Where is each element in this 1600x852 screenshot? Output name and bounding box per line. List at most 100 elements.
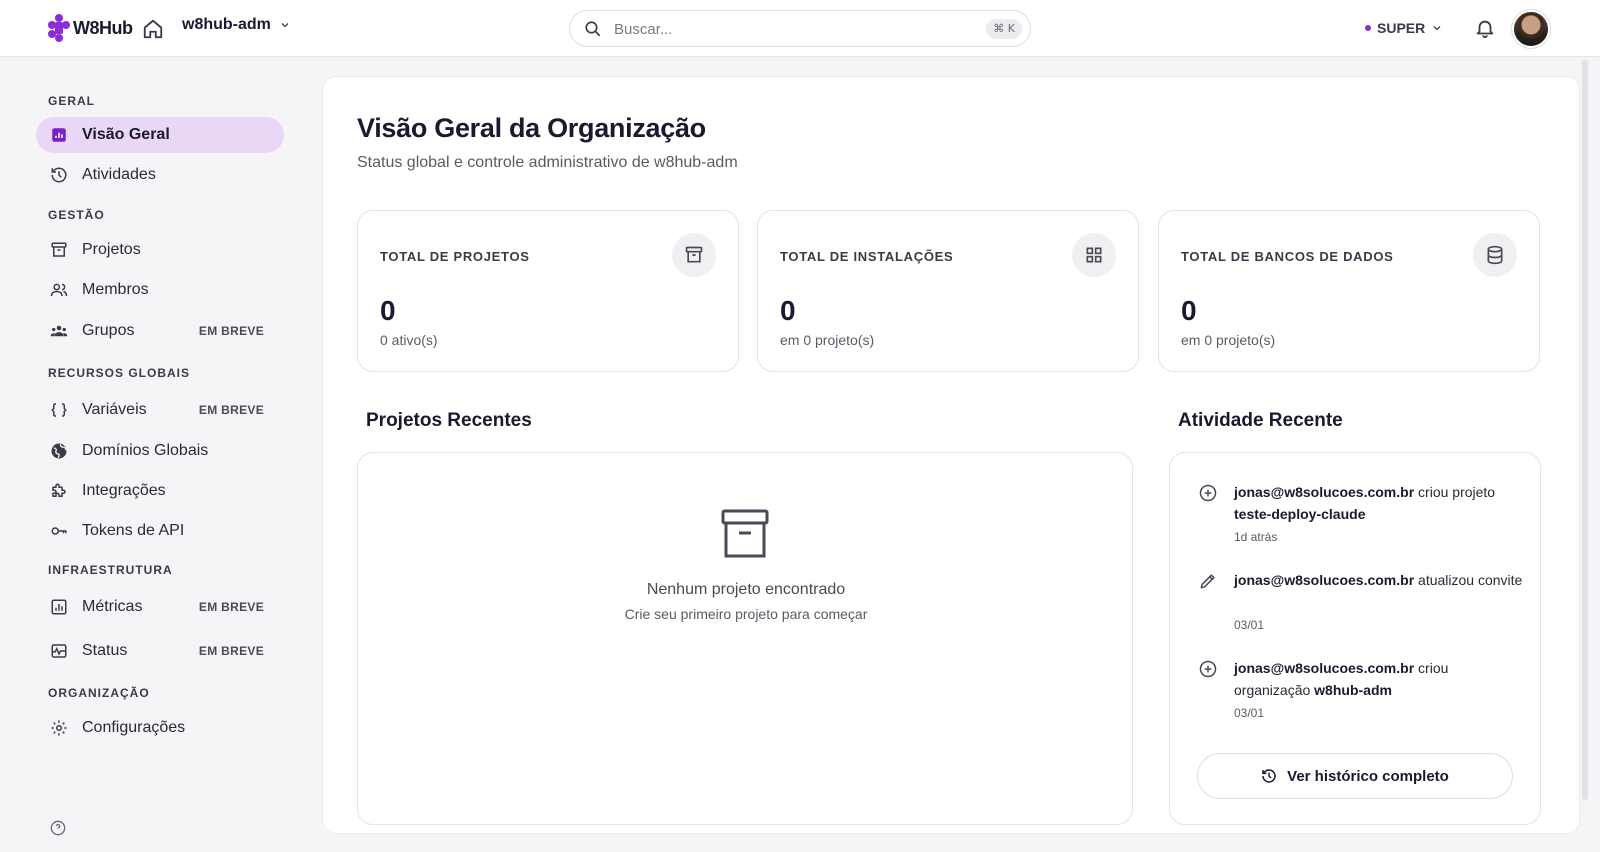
history-icon (1262, 769, 1276, 783)
activity-text: jonas@w8solucoes.com.br criou projeto te… (1234, 481, 1524, 525)
search-shortcut: ⌘ K (986, 19, 1022, 39)
sidebar-item-integracoes[interactable]: Integrações (36, 473, 284, 509)
key-icon (51, 527, 67, 535)
sidebar-item-grupos[interactable]: Grupos EM BREVE (36, 313, 284, 349)
activity-text: jonas@w8solucoes.com.br atualizou convit… (1234, 569, 1524, 591)
role-switcher[interactable]: SUPER (1365, 20, 1443, 36)
logo[interactable]: W8Hub (48, 14, 133, 42)
sidebar-item-label: Tokens de API (82, 522, 185, 539)
page-subtitle: Status global e controle administrativo … (357, 154, 738, 171)
activity-target: w8hub-adm (1314, 682, 1392, 698)
stat-card-instalacoes: TOTAL DE INSTALAÇÕES 0 em 0 projeto(s) (757, 210, 1139, 372)
activity-icon (51, 644, 67, 658)
section-title-organizacao: ORGANIZAÇÃO (48, 686, 150, 700)
activity-user: jonas@w8solucoes.com.br (1234, 572, 1415, 588)
history-icon (51, 167, 67, 183)
search-input[interactable] (614, 19, 954, 39)
grid-icon (1072, 233, 1116, 277)
archive-icon (51, 242, 67, 257)
sidebar-item-atividades[interactable]: Atividades (36, 157, 284, 193)
activity-time: 03/01 (1234, 618, 1265, 632)
sidebar-item-projetos[interactable]: Projetos (36, 232, 284, 268)
sidebar-item-tokens-de-api[interactable]: Tokens de API (36, 513, 284, 549)
help-icon[interactable] (50, 820, 66, 836)
coming-soon-badge: EM BREVE (198, 644, 264, 658)
chevron-down-icon (1433, 26, 1441, 31)
sidebar-item-membros[interactable]: Membros (36, 272, 284, 308)
activity-action: criou projeto (1414, 484, 1496, 500)
org-switcher[interactable]: w8hub-adm (182, 16, 291, 34)
empty-state-subtitle: Crie seu primeiro projeto para começar (624, 606, 868, 622)
sidebar-item-label: Visão Geral (82, 126, 170, 143)
activity-user: jonas@w8solucoes.com.br (1234, 484, 1415, 500)
sidebar-item-label: Variáveis (82, 401, 147, 418)
brand-name: W8Hub (73, 17, 133, 38)
search-icon (585, 21, 601, 37)
plus-circle-icon (1199, 484, 1217, 502)
gear-icon (51, 720, 67, 736)
braces-icon (51, 403, 67, 417)
plus-circle-icon (1199, 660, 1217, 678)
sidebar: GERAL Visão Geral Atividades GESTÃO Proj… (0, 57, 318, 852)
section-title-infraestrutura: INFRAESTRUTURA (48, 563, 173, 577)
sidebar-item-dominios-globais[interactable]: Domínios Globais (36, 433, 284, 469)
sidebar-item-variaveis[interactable]: Variáveis EM BREVE (36, 392, 284, 428)
activity-target: teste-deploy-claude (1234, 506, 1366, 522)
page-title: Visão Geral da Organização (357, 113, 706, 143)
coming-soon-badge: EM BREVE (198, 403, 264, 417)
recent-activity-panel: jonas@w8solucoes.com.br criou projeto te… (1169, 452, 1541, 825)
bar-chart-icon (51, 599, 67, 615)
stat-label: TOTAL DE PROJETOS (380, 249, 530, 264)
org-name: w8hub-adm (182, 16, 271, 33)
activity-action: atualizou convite (1414, 572, 1523, 588)
section-title-recursos-globais: RECURSOS GLOBAIS (48, 366, 191, 380)
stat-value: 0 (380, 295, 396, 326)
sidebar-item-label: Membros (82, 281, 149, 298)
puzzle-icon (52, 483, 66, 497)
sidebar-item-visao-geral[interactable]: Visão Geral (36, 117, 284, 153)
recent-activity-title: Atividade Recente (1178, 410, 1343, 431)
group-icon (50, 325, 68, 337)
view-history-button[interactable]: Ver histórico completo (1197, 753, 1513, 799)
scrollbar[interactable] (1582, 60, 1588, 800)
bell-icon[interactable] (1474, 17, 1496, 39)
sidebar-item-label: Domínios Globais (82, 442, 209, 459)
stat-sub: em 0 projeto(s) (780, 332, 875, 348)
sidebar-item-label: Grupos (82, 322, 135, 339)
search-bar[interactable]: ⌘ K (569, 10, 1031, 47)
sidebar-item-status[interactable]: Status EM BREVE (36, 633, 284, 669)
home-icon[interactable] (142, 18, 164, 40)
recent-projects-panel: Nenhum projeto encontrado Crie seu prime… (357, 452, 1133, 825)
avatar[interactable] (1512, 10, 1550, 48)
sidebar-item-label: Integrações (82, 482, 166, 499)
sidebar-item-label: Configurações (82, 719, 186, 736)
activity-user: jonas@w8solucoes.com.br (1234, 660, 1415, 676)
recent-projects-title: Projetos Recentes (366, 410, 532, 431)
stat-card-bancos-de-dados: TOTAL DE BANCOS DE DADOS 0 em 0 projeto(… (1158, 210, 1540, 372)
chart-icon (52, 128, 66, 142)
activity-time: 03/01 (1234, 706, 1265, 720)
stat-sub: em 0 projeto(s) (1181, 332, 1276, 348)
stat-value: 0 (1181, 295, 1197, 326)
users-icon (50, 283, 68, 297)
archive-icon (721, 509, 769, 558)
stat-sub: 0 ativo(s) (380, 332, 438, 348)
sidebar-item-label: Projetos (82, 241, 141, 258)
top-bar: W8Hub w8hub-adm ⌘ K SUPER (0, 0, 1600, 57)
role-dot (1365, 25, 1371, 31)
sidebar-item-label: Atividades (82, 166, 156, 183)
logo-icon (48, 14, 70, 42)
stat-value: 0 (780, 295, 796, 326)
view-history-label: Ver histórico completo (1287, 767, 1449, 785)
section-title-gestao: GESTÃO (48, 208, 105, 222)
sidebar-item-configuracoes[interactable]: Configurações (36, 710, 284, 746)
section-title-geral: GERAL (48, 94, 95, 108)
sidebar-item-metricas[interactable]: Métricas EM BREVE (36, 589, 284, 625)
activity-text: jonas@w8solucoes.com.br criou organizaçã… (1234, 657, 1524, 701)
stat-label: TOTAL DE INSTALAÇÕES (780, 249, 954, 264)
stat-label: TOTAL DE BANCOS DE DADOS (1181, 249, 1394, 264)
globe-icon (51, 443, 67, 459)
coming-soon-badge: EM BREVE (198, 600, 264, 614)
activity-time: 1d atrás (1234, 530, 1278, 544)
coming-soon-badge: EM BREVE (198, 324, 264, 338)
